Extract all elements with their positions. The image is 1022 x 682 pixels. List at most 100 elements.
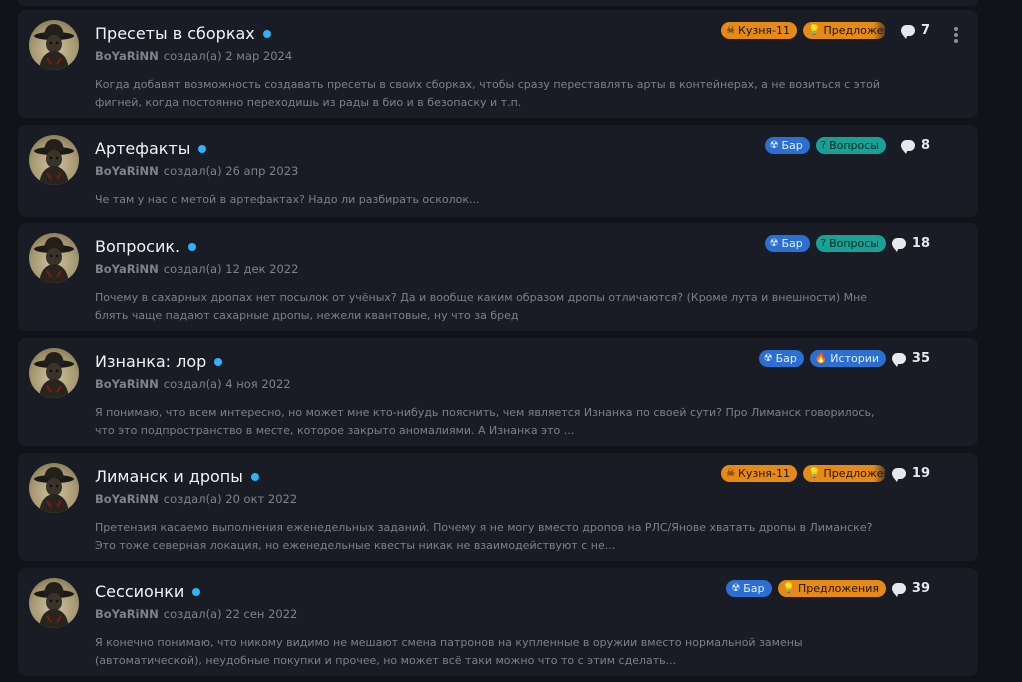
author-link[interactable]: BoYaRiNN <box>95 492 159 506</box>
tag[interactable]: ☢ Бар <box>726 580 772 597</box>
created-date: создал(а) 2 мар 2024 <box>163 49 293 63</box>
topic-card[interactable]: Артефакты BoYaRiNN создал(а) 26 апр 2023 … <box>18 125 978 217</box>
author-link[interactable]: BoYaRiNN <box>95 262 159 276</box>
reply-count-value: 7 <box>920 23 930 38</box>
comment-icon <box>891 583 906 597</box>
tag[interactable]: ☢ Бар <box>764 235 810 252</box>
topic-title[interactable]: Пресеты в сборках <box>95 24 255 43</box>
topic-title[interactable]: Изнанка: лор <box>95 352 206 371</box>
comment-icon <box>900 140 915 154</box>
topic-meta: BoYaRiNN создал(а) 26 апр 2023 <box>95 164 298 178</box>
reply-count[interactable]: 7 <box>900 23 930 39</box>
topic-title[interactable]: Вопросик. <box>95 237 180 256</box>
tag-list: ☠ Кузня-11 💡 Предложен <box>721 465 886 482</box>
avatar[interactable] <box>29 20 79 70</box>
topic-title[interactable]: Сессионки <box>95 582 184 601</box>
reply-count-value: 18 <box>911 236 930 251</box>
avatar[interactable] <box>29 578 79 628</box>
tag[interactable]: 💡 Предложен <box>803 465 886 482</box>
comment-icon <box>891 353 906 367</box>
tag-list: ☢ Бар ? Вопросы <box>764 235 886 252</box>
reply-count[interactable]: 39 <box>891 581 930 597</box>
question-icon: ? <box>820 140 827 151</box>
tag[interactable]: ? Вопросы <box>815 235 886 252</box>
previous-topic-edge <box>18 0 978 6</box>
tag[interactable]: ☢ Бар <box>764 137 810 154</box>
topic-title[interactable]: Лиманск и дропы <box>95 467 243 486</box>
topic-meta: BoYaRiNN создал(а) 4 ноя 2022 <box>95 377 291 391</box>
topic-excerpt: Че там у нас с метой в артефактах? Надо … <box>95 193 480 206</box>
tag-label: Предложен <box>823 24 886 37</box>
topic-card[interactable]: Изнанка: лор BoYaRiNN создал(а) 4 ноя 202… <box>18 338 978 446</box>
author-link[interactable]: BoYaRiNN <box>95 49 159 63</box>
tag-label: Предложен <box>823 467 886 480</box>
topic-excerpt: Претензия касаемо выполнения еженедельны… <box>95 521 873 552</box>
tag-label: Бар <box>781 139 803 152</box>
topic-meta: BoYaRiNN создал(а) 20 окт 2022 <box>95 492 297 506</box>
question-icon: ? <box>820 238 827 249</box>
tag[interactable]: 💡 Предложен <box>803 22 886 39</box>
created-date: создал(а) 26 апр 2023 <box>163 164 299 178</box>
avatar[interactable] <box>29 233 79 283</box>
lightbulb-icon: 💡 <box>782 583 795 594</box>
unread-indicator-icon <box>262 29 271 38</box>
avatar[interactable] <box>29 135 79 185</box>
created-date: создал(а) 4 ноя 2022 <box>163 377 291 391</box>
created-date: создал(а) 20 окт 2022 <box>163 492 298 506</box>
tag[interactable]: 🔥 Истории <box>809 350 886 367</box>
unread-indicator-icon <box>188 242 197 251</box>
topic-excerpt: Когда добавят возможность создавать прес… <box>95 78 880 109</box>
fire-icon: 🔥 <box>814 353 828 364</box>
tag[interactable]: ? Вопросы <box>815 137 886 154</box>
topic-meta: BoYaRiNN создал(а) 22 сен 2022 <box>95 607 297 621</box>
tag[interactable]: ☢ Бар <box>758 350 804 367</box>
tag[interactable]: ☠ Кузня-11 <box>721 22 797 39</box>
tag-label: Кузня-11 <box>738 467 790 480</box>
tag-label: Вопросы <box>829 139 879 152</box>
comment-icon <box>891 238 906 252</box>
more-options-icon[interactable] <box>950 27 962 43</box>
reply-count-value: 19 <box>911 466 930 481</box>
tag[interactable]: 💡 Предложения <box>777 580 886 597</box>
radiation-icon: ☢ <box>769 238 779 249</box>
comment-icon <box>900 25 915 39</box>
reply-count-value: 35 <box>911 351 930 366</box>
unread-indicator-icon <box>250 472 259 481</box>
reply-count[interactable]: 19 <box>891 466 930 482</box>
topic-card[interactable]: Пресеты в сборках BoYaRiNN создал(а) 2 ма… <box>18 10 978 118</box>
tag[interactable]: ☠ Кузня-11 <box>721 465 797 482</box>
reply-count[interactable]: 18 <box>891 236 930 252</box>
reply-count[interactable]: 8 <box>900 138 930 154</box>
unread-indicator-icon <box>214 357 223 366</box>
radiation-icon: ☢ <box>731 583 741 594</box>
comment-icon <box>891 468 906 482</box>
tag-list: ☢ Бар 💡 Предложения <box>726 580 886 597</box>
tag-list: ☠ Кузня-11 💡 Предложен <box>721 22 886 39</box>
skull-icon: ☠ <box>726 468 736 479</box>
tag-label: Бар <box>781 237 803 250</box>
tag-label: Вопросы <box>829 237 879 250</box>
tag-label: Бар <box>775 352 797 365</box>
topic-card[interactable]: Сессионки BoYaRiNN создал(а) 22 сен 2022 … <box>18 568 978 676</box>
reply-count-value: 39 <box>911 581 930 596</box>
topic-card[interactable]: Лиманск и дропы BoYaRiNN создал(а) 20 окт… <box>18 453 978 561</box>
tag-list: ☢ Бар 🔥 Истории <box>758 350 886 367</box>
topic-card[interactable]: Вопросик. BoYaRiNN создал(а) 12 дек 2022 … <box>18 223 978 331</box>
author-link[interactable]: BoYaRiNN <box>95 607 159 621</box>
reply-count[interactable]: 35 <box>891 351 930 367</box>
created-date: создал(а) 22 сен 2022 <box>163 607 298 621</box>
skull-icon: ☠ <box>726 25 736 36</box>
author-link[interactable]: BoYaRiNN <box>95 377 159 391</box>
reply-count-value: 8 <box>920 138 930 153</box>
tag-label: Предложения <box>797 582 879 595</box>
avatar[interactable] <box>29 348 79 398</box>
author-link[interactable]: BoYaRiNN <box>95 164 159 178</box>
unread-indicator-icon <box>192 587 201 596</box>
tag-label: Бар <box>743 582 765 595</box>
radiation-icon: ☢ <box>763 353 773 364</box>
tag-label: Истории <box>830 352 879 365</box>
topic-excerpt: Я конечно понимаю, что никому видимо не … <box>95 636 803 667</box>
lightbulb-icon: 💡 <box>808 25 821 36</box>
avatar[interactable] <box>29 463 79 513</box>
topic-title[interactable]: Артефакты <box>95 139 190 158</box>
